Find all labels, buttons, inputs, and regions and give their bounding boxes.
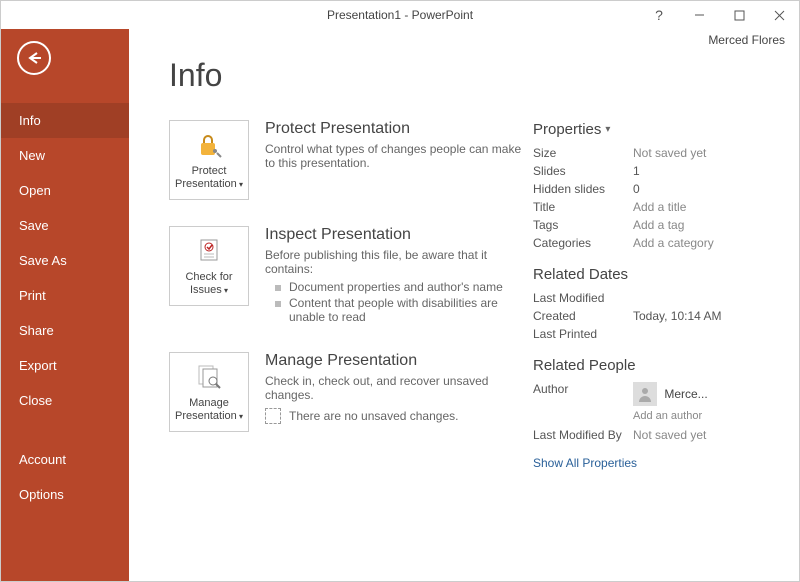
page-title: Info bbox=[169, 57, 533, 94]
nav-open[interactable]: Open bbox=[1, 173, 129, 208]
caret-down-icon: ▾ bbox=[222, 286, 228, 295]
avatar-icon bbox=[633, 382, 657, 406]
documents-magnify-icon bbox=[193, 361, 225, 393]
inspect-heading: Inspect Presentation bbox=[265, 226, 533, 244]
manage-heading: Manage Presentation bbox=[265, 352, 533, 370]
maximize-button[interactable] bbox=[719, 1, 759, 29]
author-name[interactable]: Merce... bbox=[664, 387, 707, 401]
manage-desc: Check in, check out, and recover unsaved… bbox=[265, 374, 533, 402]
help-button[interactable]: ? bbox=[639, 1, 679, 29]
no-changes-text: There are no unsaved changes. bbox=[289, 409, 458, 423]
prop-value-title[interactable]: Add a title bbox=[633, 200, 686, 214]
caret-down-icon: ▾ bbox=[237, 180, 243, 189]
document-check-icon bbox=[193, 235, 225, 267]
user-name[interactable]: Merced Flores bbox=[708, 33, 785, 47]
bullet-icon bbox=[275, 301, 281, 307]
related-people-heading: Related People bbox=[533, 357, 763, 374]
nav-info[interactable]: Info bbox=[1, 103, 129, 138]
prop-value-created: Today, 10:14 AM bbox=[633, 309, 722, 323]
nav-new[interactable]: New bbox=[1, 138, 129, 173]
prop-label-created: Created bbox=[533, 309, 633, 323]
back-button[interactable] bbox=[17, 41, 51, 75]
backstage-sidebar: Info New Open Save Save As Print Share E… bbox=[1, 29, 129, 581]
prop-label-author: Author bbox=[533, 382, 633, 406]
nav-save-as[interactable]: Save As bbox=[1, 243, 129, 278]
nav-print[interactable]: Print bbox=[1, 278, 129, 313]
prop-label-last-modified: Last Modified bbox=[533, 291, 633, 305]
prop-value-hidden: 0 bbox=[633, 182, 640, 196]
prop-value-slides: 1 bbox=[633, 164, 640, 178]
prop-value-last-mod-by: Not saved yet bbox=[633, 428, 706, 442]
minimize-button[interactable] bbox=[679, 1, 719, 29]
manage-presentation-button[interactable]: Manage Presentation ▾ bbox=[169, 352, 249, 432]
nav-save[interactable]: Save bbox=[1, 208, 129, 243]
bullet-icon bbox=[275, 285, 281, 291]
nav-share[interactable]: Share bbox=[1, 313, 129, 348]
window-title: Presentation1 - PowerPoint bbox=[327, 8, 473, 22]
prop-label-slides: Slides bbox=[533, 164, 633, 178]
close-button[interactable] bbox=[759, 1, 799, 29]
show-all-properties-link[interactable]: Show All Properties bbox=[533, 456, 637, 470]
protect-presentation-button[interactable]: Protect Presentation ▾ bbox=[169, 120, 249, 200]
nav-export[interactable]: Export bbox=[1, 348, 129, 383]
prop-label-size: Size bbox=[533, 146, 633, 160]
nav-account[interactable]: Account bbox=[1, 442, 129, 477]
prop-label-tags: Tags bbox=[533, 218, 633, 232]
properties-dropdown[interactable]: Properties▾ bbox=[533, 121, 763, 138]
protect-desc: Control what types of changes people can… bbox=[265, 142, 533, 170]
protect-heading: Protect Presentation bbox=[265, 120, 533, 138]
caret-down-icon: ▾ bbox=[237, 412, 243, 421]
caret-down-icon: ▾ bbox=[605, 124, 610, 135]
prop-value-categories[interactable]: Add a category bbox=[633, 236, 714, 250]
check-for-issues-button[interactable]: Check for Issues ▾ bbox=[169, 226, 249, 306]
nav-options[interactable]: Options bbox=[1, 477, 129, 512]
add-author-link[interactable]: Add an author bbox=[633, 410, 763, 422]
inspect-bullet: Document properties and author's name bbox=[289, 280, 503, 294]
prop-value-size: Not saved yet bbox=[633, 146, 706, 160]
nav-close[interactable]: Close bbox=[1, 383, 129, 418]
inspect-bullet: Content that people with disabilities ar… bbox=[289, 296, 533, 324]
prop-label-last-printed: Last Printed bbox=[533, 327, 633, 341]
prop-label-title: Title bbox=[533, 200, 633, 214]
prop-label-last-mod-by: Last Modified By bbox=[533, 428, 633, 442]
related-dates-heading: Related Dates bbox=[533, 266, 763, 283]
no-changes-icon bbox=[265, 408, 281, 424]
inspect-desc: Before publishing this file, be aware th… bbox=[265, 248, 533, 276]
prop-label-hidden: Hidden slides bbox=[533, 182, 633, 196]
prop-value-tags[interactable]: Add a tag bbox=[633, 218, 684, 232]
prop-label-categories: Categories bbox=[533, 236, 633, 250]
lock-icon bbox=[193, 129, 225, 161]
